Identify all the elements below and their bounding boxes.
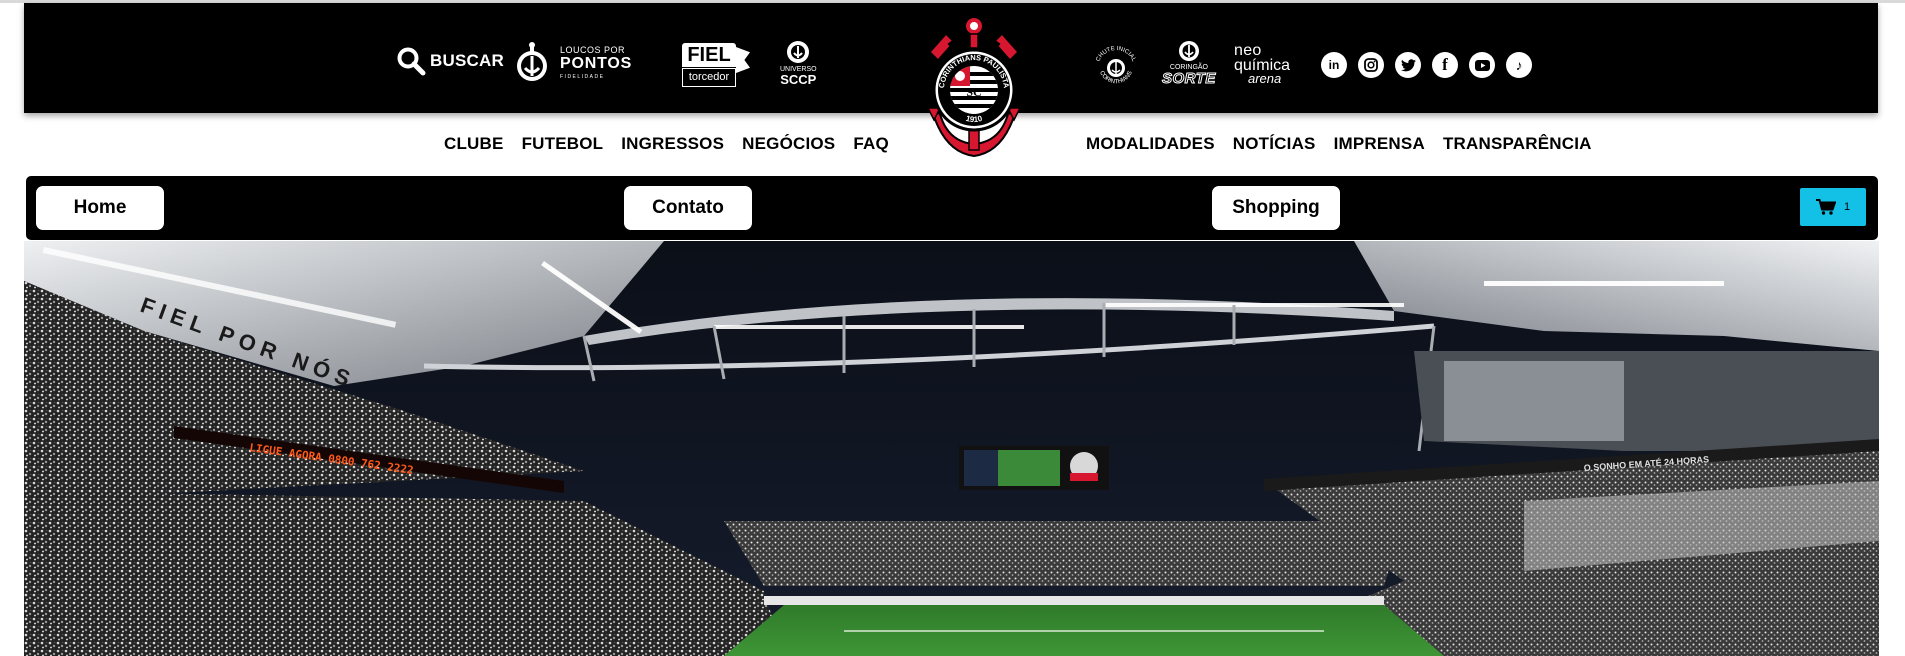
nav-futebol[interactable]: FUTEBOL — [522, 134, 604, 154]
nav-negocios[interactable]: NEGÓCIOS — [742, 134, 835, 154]
universo-sccp-link[interactable]: UNIVERSO SCCP — [780, 40, 817, 86]
mini-crest-icon — [787, 41, 810, 63]
tiktok-glyph: ♪ — [1515, 57, 1523, 73]
contato-button[interactable]: Contato — [624, 186, 752, 230]
search-icon — [397, 47, 426, 76]
arena-line3: arena — [1248, 71, 1282, 86]
nav-noticias[interactable]: NOTÍCIAS — [1233, 134, 1316, 154]
nav-clube[interactable]: CLUBE — [444, 134, 504, 154]
loucos-por-pontos-link[interactable]: LOUCOS POR PONTOS FIDELIDADE — [512, 42, 632, 86]
twitter-icon[interactable] — [1395, 52, 1421, 78]
nav-ingressos[interactable]: INGRESSOS — [621, 134, 724, 154]
fiel-title: FIEL — [682, 43, 736, 67]
anchor-badge-icon — [517, 42, 547, 81]
youtube-glyph — [1474, 59, 1490, 71]
nav-modalidades[interactable]: MODALIDADES — [1086, 134, 1215, 154]
flag-icon — [736, 47, 750, 73]
instagram-glyph — [1364, 58, 1378, 72]
fiel-torcedor-link[interactable]: FIEL torcedor — [682, 43, 750, 89]
search-label: BUSCAR — [430, 51, 504, 70]
svg-text:1910: 1910 — [965, 114, 984, 124]
nav-imprensa[interactable]: IMPRENSA — [1334, 134, 1425, 154]
shopping-cart-icon — [1815, 199, 1836, 215]
crest-letters: SC — [966, 85, 981, 99]
facebook-icon[interactable]: f — [1432, 52, 1458, 78]
instagram-icon[interactable] — [1358, 52, 1384, 78]
linkedin-glyph: in — [1328, 58, 1340, 72]
search-button[interactable]: BUSCAR — [396, 46, 504, 76]
twitter-glyph — [1400, 58, 1416, 71]
cart-button[interactable]: 1 — [1800, 188, 1866, 226]
fiel-subtitle: torcedor — [682, 68, 736, 87]
coringao-sorte-link[interactable]: CORINGÃO SORTE — [1162, 40, 1216, 87]
nav-faq[interactable]: FAQ — [853, 134, 889, 154]
loucos-line2: PONTOS — [560, 55, 633, 72]
quick-links-bar: Home Contato Shopping 1 — [26, 176, 1878, 240]
cart-count: 1 — [1843, 201, 1851, 213]
hero-stadium-image: LIGUE AGORA 0800 762 2222 FIEL POR NÓS O… — [24, 241, 1879, 656]
corinthians-crest-logo[interactable]: CORINTHIANS PAULISTA 1910 SC — [912, 12, 1036, 162]
arena-line1: neo — [1234, 42, 1262, 59]
sorte-line2: SORTE — [1162, 70, 1216, 87]
home-button[interactable]: Home — [36, 186, 164, 230]
facebook-glyph: f — [1442, 55, 1448, 74]
mini-crest-icon — [1178, 41, 1199, 61]
neo-quimica-arena-link[interactable]: neo química arena — [1234, 42, 1290, 86]
tiktok-icon[interactable]: ♪ — [1506, 52, 1532, 78]
nav-transparencia[interactable]: TRANSPARÊNCIA — [1443, 134, 1592, 154]
main-nav-left: CLUBE FUTEBOL INGRESSOS NEGÓCIOS FAQ — [444, 134, 889, 154]
loucos-line3: FIDELIDADE — [560, 74, 605, 80]
universo-line2: SCCP — [780, 72, 817, 87]
linkedin-icon[interactable]: in — [1321, 52, 1347, 78]
chute-inicial-logo-icon: CHUTE INICIAL CORINTHIANS — [1095, 46, 1136, 85]
main-nav-right: MODALIDADES NOTÍCIAS IMPRENSA TRANSPARÊN… — [1086, 134, 1592, 154]
chute-inicial-link[interactable]: CHUTE INICIAL CORINTHIANS — [1092, 40, 1140, 90]
crest-year: 1910 — [965, 114, 984, 124]
youtube-icon[interactable] — [1469, 52, 1495, 78]
shopping-button[interactable]: Shopping — [1212, 186, 1340, 230]
